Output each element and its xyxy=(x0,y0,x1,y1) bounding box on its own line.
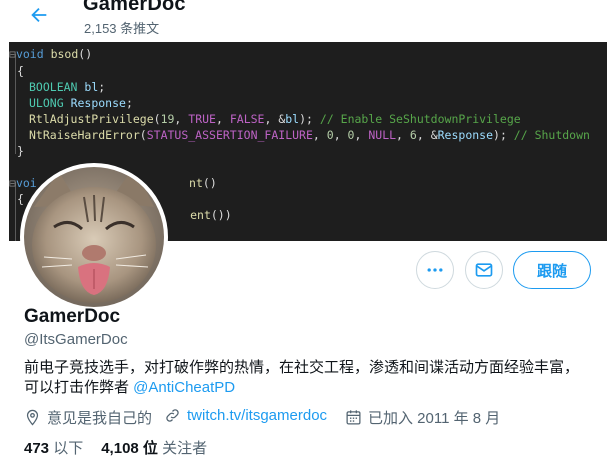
back-arrow-icon[interactable] xyxy=(28,4,50,26)
location-item: 意见是我自己的 xyxy=(24,407,152,428)
cat-avatar-image xyxy=(24,167,164,307)
code-gutter-line xyxy=(15,54,16,154)
code-line: ⊟void bsod() xyxy=(9,47,93,61)
bio-text: 可以打击作弊者 xyxy=(24,379,134,396)
joined-text: 已加入 2011 年 8 月 xyxy=(368,410,501,427)
more-icon xyxy=(427,268,443,272)
joined-item: 已加入 2011 年 8 月 xyxy=(345,407,500,428)
website-link[interactable]: twitch.tv/itsgamerdoc xyxy=(187,407,327,424)
following-label: 以下 xyxy=(53,440,84,457)
code-line: RtlAdjustPrivilege(19, TRUE, FALSE, &bl)… xyxy=(29,112,521,126)
bio-line: 前电子竞技选手，对打破作弊的热情，在社交工程，渗透和间谍活动方面经验丰富， xyxy=(24,359,580,376)
avatar[interactable] xyxy=(20,163,168,311)
followers-label: 关注者 xyxy=(162,440,208,457)
location-icon xyxy=(26,409,39,426)
message-button[interactable] xyxy=(465,251,503,289)
following-stat[interactable]: 473 以下 xyxy=(24,437,83,458)
following-count: 473 xyxy=(24,440,50,457)
code-line: { xyxy=(17,64,24,78)
profile-stats: 473 以下 4,108 位 关注者 xyxy=(24,437,225,458)
more-button[interactable] xyxy=(416,251,454,289)
bio-mention-link[interactable]: @AntiCheatPD xyxy=(133,379,235,396)
code-line: } xyxy=(17,144,24,158)
followers-stat[interactable]: 4,108 位 关注者 xyxy=(101,437,207,458)
calendar-icon xyxy=(346,410,361,425)
code-line: BOOLEAN bl; xyxy=(29,80,106,94)
location-text: 意见是我自己的 xyxy=(47,410,153,427)
bio-line: 可以打击作弊者 @AntiCheatPD xyxy=(24,378,584,398)
code-line: NtRaiseHardError(STATUS_ASSERTION_FAILUR… xyxy=(29,128,590,142)
code-line: ULONG Response; xyxy=(29,96,133,110)
mail-icon xyxy=(475,263,493,277)
profile-name: GamerDoc xyxy=(24,306,121,327)
header-name: GamerDoc xyxy=(83,0,186,15)
profile-header: GamerDoc 2,153 条推文 xyxy=(0,0,611,42)
code-line: { xyxy=(17,192,24,206)
website-item[interactable]: twitch.tv/itsgamerdoc xyxy=(164,407,327,424)
profile-handle: @ItsGamerDoc xyxy=(24,331,128,348)
followers-count: 4,108 位 xyxy=(101,440,158,457)
follow-button[interactable]: 跟随 xyxy=(513,251,591,289)
tweet-count: 2,153 条推文 xyxy=(84,21,160,36)
profile-bio: 前电子竞技选手，对打破作弊的热情，在社交工程，渗透和间谍活动方面经验丰富， 可以… xyxy=(24,358,584,398)
link-icon xyxy=(166,409,179,422)
